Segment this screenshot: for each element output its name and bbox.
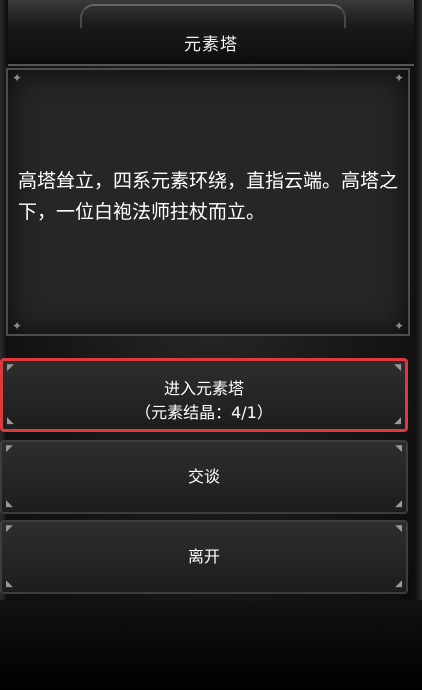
corner-bracket-icon: ◤ [6,524,13,534]
corner-bracket-icon: ◢ [395,499,402,509]
corner-bracket-icon: ◥ [395,444,402,454]
corner-bracket-icon: ◣ [6,499,13,509]
corner-bracket-icon: ◤ [6,444,13,454]
leave-button[interactable]: ◤ ◥ ◣ ◢ 离开 [0,520,408,594]
corner-bracket-icon: ◣ [6,579,13,589]
talk-button[interactable]: ◤ ◥ ◣ ◢ 交谈 [0,440,408,514]
leave-label: 离开 [187,547,220,566]
dialog-title: 元素塔 [184,35,238,55]
corner-bracket-icon: ◤ [7,363,14,373]
corner-star-icon: ✦ [393,71,404,85]
ornament-decoration [80,4,346,28]
corner-star-icon: ✦ [12,319,23,333]
description-panel: ✦ ✦ ✦ ✦ 高塔耸立，四系元素环绕，直指云端。高塔之下，一位白袍法师拄杖而立… [6,68,410,336]
corner-star-icon: ✦ [12,71,23,85]
corner-bracket-icon: ◥ [395,524,402,534]
corner-star-icon: ✦ [393,319,404,333]
bottom-shadow [0,600,422,690]
corner-bracket-icon: ◢ [395,579,402,589]
enter-tower-label: 进入元素塔 [163,379,244,398]
talk-label: 交谈 [187,467,220,486]
enter-tower-button[interactable]: ◤ ◥ ◣ ◢ 进入元素塔 （元素结晶：4/1） [0,358,408,432]
enter-tower-cost: （元素结晶：4/1） [135,403,273,422]
description-text: 高塔耸立，四系元素环绕，直指云端。高塔之下，一位白袍法师拄杖而立。 [18,170,399,223]
corner-bracket-icon: ◥ [394,363,401,373]
right-border [414,0,422,690]
game-dialog-frame: 元素塔 ✦ ✦ ✦ ✦ 高塔耸立，四系元素环绕，直指云端。高塔之下，一位白袍法师… [0,0,422,690]
